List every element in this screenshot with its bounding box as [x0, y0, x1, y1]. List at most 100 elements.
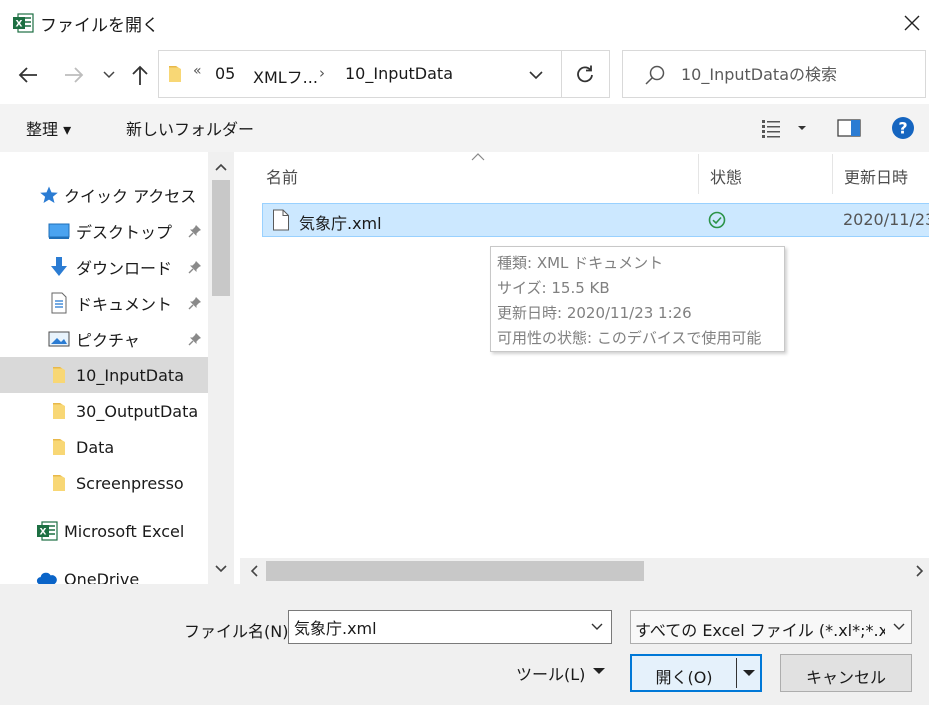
breadcrumb-separator[interactable]: › — [319, 64, 325, 82]
file-list: 名前 状態 更新日時 気象庁.xml 2020/11/23 — [240, 152, 929, 584]
change-view-button[interactable] — [756, 112, 812, 144]
search-input[interactable] — [681, 61, 911, 87]
preview-pane-button[interactable] — [832, 112, 866, 144]
sort-ascending-icon — [468, 152, 488, 164]
scroll-thumb[interactable] — [266, 561, 644, 581]
sidebar-item-label: Microsoft Excel — [64, 521, 185, 541]
cloud-icon — [36, 568, 58, 584]
column-header-date[interactable]: 更新日時 — [844, 164, 908, 188]
chevron-up-icon — [215, 163, 227, 171]
sidebar-item-label: 10_InputData — [76, 365, 184, 385]
sidebar-item-onedrive[interactable]: OneDrive — [0, 561, 208, 584]
pin-icon[interactable] — [186, 222, 204, 240]
filetype-value: すべての Excel ファイル (*.xl*;*.xlsx;* — [635, 621, 885, 640]
new-folder-button[interactable]: 新しいフォルダー — [116, 114, 264, 142]
pin-icon[interactable] — [186, 294, 204, 312]
scroll-right-button[interactable] — [910, 558, 929, 584]
breadcrumb-segment[interactable]: XMLフ... — [253, 64, 318, 88]
arrow-left-icon — [18, 67, 37, 83]
breadcrumb-segment[interactable]: 10_InputData — [345, 64, 453, 83]
column-divider[interactable] — [698, 154, 699, 194]
breadcrumb-segment[interactable]: 05 — [215, 64, 235, 83]
folder-icon — [48, 436, 70, 458]
caret-down-icon — [590, 662, 608, 680]
open-button[interactable]: 開く(O) — [630, 654, 762, 692]
tooltip-size: サイズ: 15.5 KB — [497, 279, 610, 297]
scroll-thumb[interactable] — [212, 180, 230, 296]
svg-text:X: X — [40, 528, 47, 538]
refresh-icon — [577, 65, 593, 83]
divider — [561, 51, 562, 97]
preview-pane-icon — [837, 119, 861, 137]
sidebar-item-screenpresso[interactable]: Screenpresso — [0, 465, 208, 501]
forward-button[interactable] — [58, 60, 90, 90]
svg-text:?: ? — [898, 119, 907, 138]
column-header-status[interactable]: 状態 — [710, 164, 742, 188]
arrow-up-icon — [132, 65, 148, 85]
file-info-tooltip: 種類: XML ドキュメント サイズ: 15.5 KB 更新日時: 2020/1… — [490, 246, 785, 352]
document-icon — [48, 292, 70, 314]
horizontal-scrollbar[interactable] — [240, 558, 929, 584]
sidebar-item-30-outputdata[interactable]: 30_OutputData — [0, 393, 208, 429]
sidebar-item-label: ダウンロード — [76, 259, 173, 278]
chevron-down-icon — [215, 565, 227, 573]
excel-icon: X — [36, 520, 58, 542]
sidebar-item-pictures[interactable]: ピクチャ — [0, 321, 208, 357]
tooltip-modified: 更新日時: 2020/11/23 1:26 — [497, 304, 692, 322]
sidebar-item-documents[interactable]: ドキュメント — [0, 285, 208, 321]
column-divider[interactable] — [832, 154, 833, 194]
sidebar-item-label: クイック アクセス — [64, 187, 197, 206]
address-history-button[interactable] — [523, 63, 549, 87]
chevron-down-icon — [529, 70, 543, 79]
back-button[interactable] — [12, 60, 44, 90]
open-options-button[interactable] — [740, 664, 758, 682]
folder-icon — [48, 400, 70, 422]
scroll-down-button[interactable] — [208, 556, 234, 582]
chevron-down-icon — [103, 71, 115, 79]
dialog-footer: ファイル名(N): すべての Excel ファイル (*.xl*;*.xlsx;… — [0, 584, 929, 705]
excel-icon: X — [12, 12, 34, 34]
file-row[interactable]: 気象庁.xml 2020/11/23 — [262, 203, 929, 237]
sidebar-item-microsoft-excel[interactable]: X Microsoft Excel — [0, 513, 208, 549]
sidebar-item-data[interactable]: Data — [0, 429, 208, 465]
close-button[interactable] — [894, 6, 929, 40]
sidebar-item-label: ピクチャ — [76, 331, 140, 350]
folder-icon — [167, 63, 183, 85]
search-box[interactable] — [622, 50, 926, 98]
recent-locations-button[interactable] — [98, 60, 120, 90]
file-icon — [271, 208, 291, 232]
pin-icon[interactable] — [186, 330, 204, 348]
sidebar-item-10-inputdata[interactable]: 10_InputData — [0, 357, 208, 393]
open-label: 開く(O) — [655, 668, 713, 687]
sidebar-item-desktop[interactable]: デスクトップ — [0, 213, 208, 249]
filename-combobox[interactable] — [288, 610, 612, 644]
sidebar-item-downloads[interactable]: ダウンロード — [0, 249, 208, 285]
filetype-dropdown-button[interactable] — [889, 617, 909, 637]
breadcrumb-overflow[interactable]: « — [193, 63, 202, 79]
pin-icon[interactable] — [186, 258, 204, 276]
help-button[interactable]: ? — [888, 112, 918, 144]
search-icon — [643, 63, 667, 87]
filetype-select[interactable]: すべての Excel ファイル (*.xl*;*.xlsx;* — [630, 610, 912, 644]
organize-button[interactable]: 整理 ▾ — [16, 114, 81, 142]
arrow-right-icon — [65, 67, 84, 83]
split-divider — [736, 658, 737, 688]
sidebar-scrollbar[interactable] — [208, 152, 234, 584]
scroll-left-button[interactable] — [242, 558, 266, 584]
close-icon — [904, 15, 920, 31]
chevron-down-icon — [893, 623, 905, 630]
refresh-button[interactable] — [569, 61, 601, 87]
cancel-button[interactable]: キャンセル — [780, 654, 912, 692]
up-button[interactable] — [124, 60, 156, 90]
folder-icon — [48, 364, 70, 386]
filename-dropdown-button[interactable] — [587, 617, 607, 637]
sidebar-item-quick-access[interactable]: クイック アクセス — [0, 177, 208, 213]
filename-input[interactable] — [294, 615, 574, 639]
chevron-down-icon — [591, 623, 603, 630]
tools-label: ツール(L) — [516, 665, 586, 684]
tools-button[interactable]: ツール(L) — [506, 654, 616, 688]
sync-status-icon — [707, 210, 727, 230]
address-bar[interactable]: « 05 XMLフ... › 10_InputData — [158, 50, 610, 98]
scroll-up-button[interactable] — [208, 154, 234, 180]
column-header-name[interactable]: 名前 — [266, 164, 298, 188]
